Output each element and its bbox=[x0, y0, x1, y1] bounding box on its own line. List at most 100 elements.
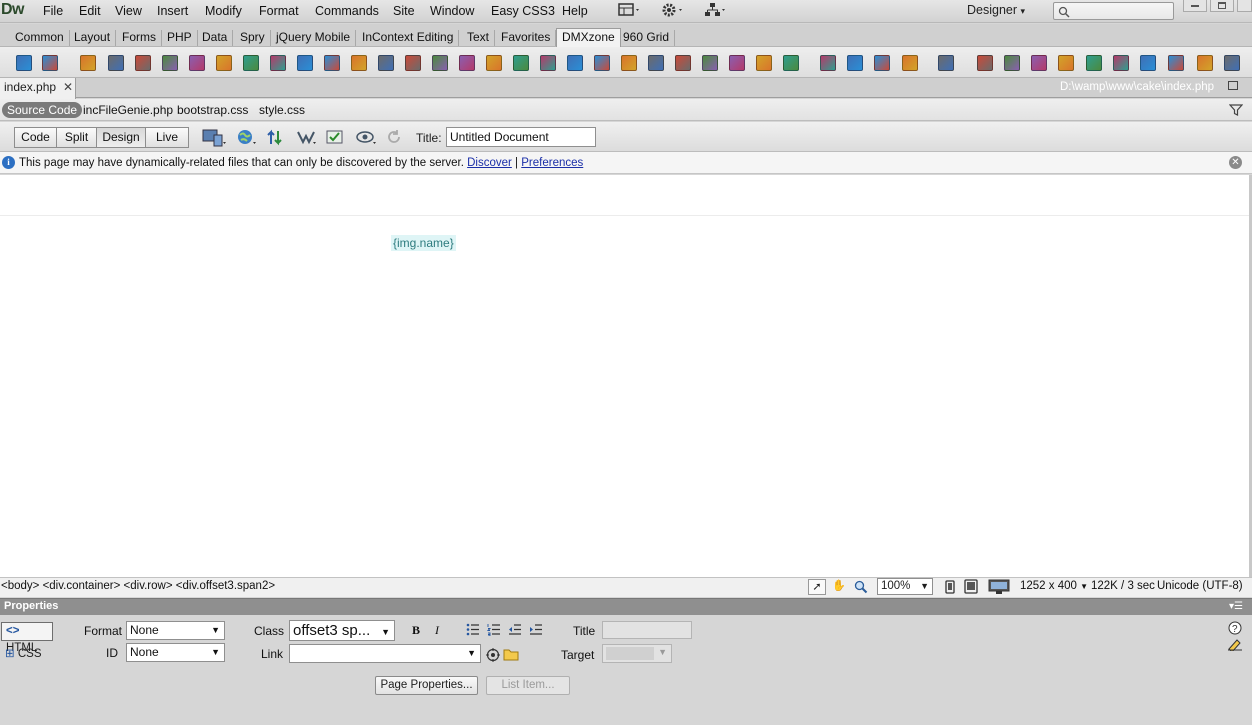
related-file-incfilegenie[interactable]: incFileGenie.php bbox=[83, 103, 173, 117]
close-window-button[interactable] bbox=[1237, 0, 1252, 12]
workspace-switcher[interactable]: Designer ▾ bbox=[967, 3, 1025, 17]
tab-php[interactable]: PHP bbox=[162, 30, 198, 46]
insert-object-icon[interactable] bbox=[80, 55, 96, 71]
title-attr-input[interactable] bbox=[602, 621, 692, 639]
insert-object-icon[interactable] bbox=[621, 55, 637, 71]
window-size[interactable]: 1252 x 400 ▼ bbox=[1020, 580, 1088, 592]
w3c-validation-icon[interactable] bbox=[296, 128, 318, 148]
insert-object-icon[interactable] bbox=[874, 55, 890, 71]
insert-object-icon[interactable] bbox=[567, 55, 583, 71]
preferences-link[interactable]: Preferences bbox=[521, 157, 583, 169]
insert-object-icon[interactable] bbox=[1058, 55, 1074, 71]
related-file-bootstrap-css[interactable]: bootstrap.css bbox=[177, 103, 248, 117]
insert-object-icon[interactable] bbox=[432, 55, 448, 71]
italic-button[interactable]: I bbox=[429, 622, 445, 638]
insert-object-icon[interactable] bbox=[648, 55, 664, 71]
menu-help[interactable]: Help bbox=[562, 4, 588, 18]
tab-data[interactable]: Data bbox=[197, 30, 234, 46]
help-search-input[interactable] bbox=[1053, 2, 1174, 20]
extend-dreamweaver-gear-icon[interactable] bbox=[661, 2, 685, 20]
insert-object-icon[interactable] bbox=[135, 55, 151, 71]
bold-button[interactable]: B bbox=[408, 622, 424, 638]
insert-object-icon[interactable] bbox=[540, 55, 556, 71]
insert-object-icon[interactable] bbox=[405, 55, 421, 71]
insert-object-icon[interactable] bbox=[977, 55, 993, 71]
select-tool-icon[interactable]: ➚ bbox=[808, 579, 826, 595]
insert-object-icon[interactable] bbox=[459, 55, 475, 71]
insert-object-icon[interactable] bbox=[162, 55, 178, 71]
related-file-source-code[interactable]: Source Code bbox=[2, 102, 83, 118]
insert-object-icon[interactable] bbox=[783, 55, 799, 71]
insert-object-icon[interactable] bbox=[243, 55, 259, 71]
outdent-icon[interactable] bbox=[508, 623, 522, 636]
live-view-button[interactable]: Live bbox=[145, 127, 189, 148]
maximize-button[interactable] bbox=[1210, 0, 1234, 12]
split-view-button[interactable]: Split bbox=[56, 127, 97, 148]
site-manager-icon[interactable] bbox=[704, 2, 728, 20]
insert-object-icon[interactable] bbox=[756, 55, 772, 71]
tab-960-grid[interactable]: 960 Grid bbox=[618, 30, 676, 46]
close-infobar-icon[interactable]: ✕ bbox=[1229, 156, 1242, 169]
insert-object-icon[interactable] bbox=[297, 55, 313, 71]
insert-object-icon[interactable] bbox=[486, 55, 502, 71]
desktop-size-icon[interactable] bbox=[988, 579, 1010, 595]
menu-insert[interactable]: Insert bbox=[157, 4, 188, 18]
id-select[interactable]: None ▼ bbox=[126, 643, 225, 662]
multiscreen-icon[interactable] bbox=[202, 128, 228, 148]
quick-tag-editor-icon[interactable] bbox=[1227, 637, 1243, 651]
tab-jquery-mobile[interactable]: jQuery Mobile bbox=[271, 30, 357, 46]
indent-icon[interactable] bbox=[529, 623, 543, 636]
design-view-button[interactable]: Design bbox=[96, 127, 146, 148]
properties-header[interactable] bbox=[0, 598, 1252, 615]
insert-object-icon[interactable] bbox=[729, 55, 745, 71]
tab-spry[interactable]: Spry bbox=[235, 30, 271, 46]
tab-text[interactable]: Text bbox=[462, 30, 496, 46]
menu-format[interactable]: Format bbox=[259, 4, 299, 18]
visual-aids-icon[interactable] bbox=[356, 128, 378, 148]
file-management-icon[interactable] bbox=[266, 128, 288, 148]
tab-layout[interactable]: Layout bbox=[69, 30, 117, 46]
insert-object-icon[interactable] bbox=[513, 55, 529, 71]
class-select[interactable]: offset3 sp... ▼ bbox=[289, 620, 395, 641]
minimize-button[interactable] bbox=[1183, 0, 1207, 12]
help-icon[interactable]: ? bbox=[1228, 621, 1242, 635]
document-title-input[interactable] bbox=[446, 127, 596, 147]
insert-object-icon[interactable] bbox=[108, 55, 124, 71]
related-file-style-css[interactable]: style.css bbox=[259, 103, 305, 117]
tab-dmxzone[interactable]: DMXzone bbox=[556, 28, 621, 47]
zoom-select[interactable]: 100% ▼ bbox=[877, 578, 933, 595]
insert-object-icon[interactable] bbox=[594, 55, 610, 71]
unordered-list-icon[interactable] bbox=[466, 623, 480, 636]
restore-document-icon[interactable] bbox=[1228, 81, 1238, 90]
phone-size-icon[interactable] bbox=[944, 580, 956, 594]
link-input[interactable]: ▼ bbox=[289, 644, 481, 663]
insert-object-icon[interactable] bbox=[351, 55, 367, 71]
insert-object-icon[interactable] bbox=[16, 55, 32, 71]
insert-object-icon[interactable] bbox=[938, 55, 954, 71]
insert-object-icon[interactable] bbox=[378, 55, 394, 71]
discover-link[interactable]: Discover bbox=[467, 157, 512, 169]
document-tab[interactable]: index.php ✕ bbox=[0, 78, 76, 99]
tag-selector[interactable]: <body> <div.container> <div.row> <div.of… bbox=[1, 580, 275, 592]
ordered-list-icon[interactable] bbox=[487, 623, 501, 636]
insert-object-icon[interactable] bbox=[324, 55, 340, 71]
zoom-tool-icon[interactable] bbox=[854, 580, 868, 594]
panel-options-icon[interactable]: ▾☰ bbox=[1229, 601, 1243, 612]
insert-object-icon[interactable] bbox=[42, 55, 58, 71]
menu-easy-css3[interactable]: Easy CSS3 bbox=[491, 4, 555, 18]
insert-object-icon[interactable] bbox=[675, 55, 691, 71]
css-mode-button[interactable]: ⊞ CSS bbox=[5, 646, 42, 660]
insert-object-icon[interactable] bbox=[1140, 55, 1156, 71]
menu-window[interactable]: Window bbox=[430, 4, 474, 18]
design-view-canvas[interactable] bbox=[0, 175, 1249, 577]
insert-object-icon[interactable] bbox=[1113, 55, 1129, 71]
insert-object-icon[interactable] bbox=[216, 55, 232, 71]
insert-object-icon[interactable] bbox=[1004, 55, 1020, 71]
layout-switcher-icon[interactable] bbox=[618, 2, 642, 20]
menu-modify[interactable]: Modify bbox=[205, 4, 242, 18]
refresh-icon[interactable] bbox=[386, 129, 402, 145]
point-to-file-icon[interactable] bbox=[486, 648, 500, 662]
list-item-button[interactable]: List Item... bbox=[486, 676, 570, 695]
hand-tool-icon[interactable]: ✋ bbox=[830, 579, 848, 595]
menu-view[interactable]: View bbox=[115, 4, 142, 18]
